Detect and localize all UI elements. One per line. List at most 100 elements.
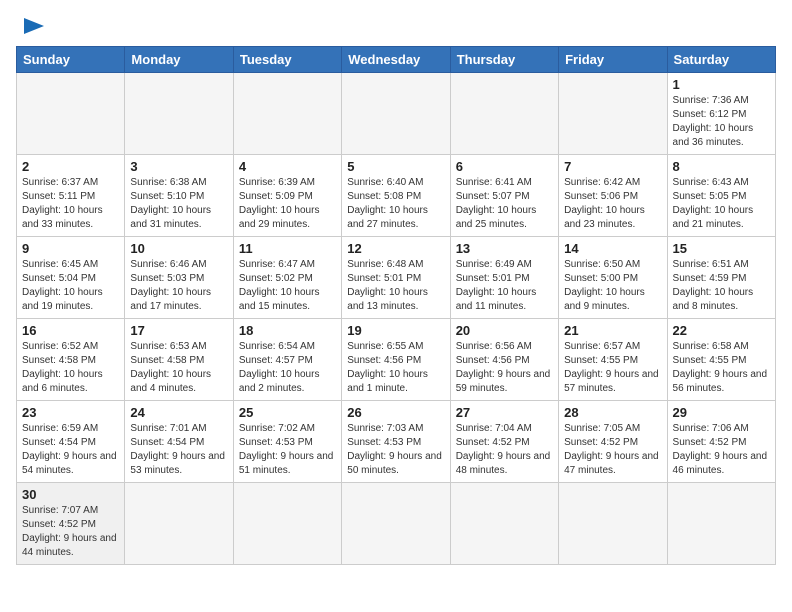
day-number: 16 [22,323,119,338]
day-info: Sunrise: 6:46 AM Sunset: 5:03 PM Dayligh… [130,258,227,314]
calendar-header-friday: Friday [559,47,667,73]
day-info: Sunrise: 6:42 AM Sunset: 5:06 PM Dayligh… [564,176,661,232]
calendar-cell: 16 Sunrise: 6:52 AM Sunset: 4:58 PM Dayli… [17,319,125,401]
calendar-cell: 21 Sunrise: 6:57 AM Sunset: 4:55 PM Dayli… [559,319,667,401]
day-number: 8 [673,159,770,174]
calendar-header-wednesday: Wednesday [342,47,450,73]
calendar-cell [667,483,775,565]
day-info: Sunrise: 7:02 AM Sunset: 4:53 PM Dayligh… [239,422,336,478]
calendar-cell: 25 Sunrise: 7:02 AM Sunset: 4:53 PM Dayli… [233,401,341,483]
day-info: Sunrise: 6:47 AM Sunset: 5:02 PM Dayligh… [239,258,336,314]
calendar-cell [125,483,233,565]
day-number: 19 [347,323,444,338]
calendar-cell: 1 Sunrise: 7:36 AM Sunset: 6:12 PM Daylig… [667,73,775,155]
day-number: 23 [22,405,119,420]
calendar-week-row: 2 Sunrise: 6:37 AM Sunset: 5:11 PM Daylig… [17,155,776,237]
calendar-cell: 4Sunrise: 6:39 AM Sunset: 5:09 PM Daylig… [233,155,341,237]
day-info: Sunrise: 6:48 AM Sunset: 5:01 PM Dayligh… [347,258,444,314]
day-number: 15 [673,241,770,256]
calendar-cell: 8 Sunrise: 6:43 AM Sunset: 5:05 PM Daylig… [667,155,775,237]
day-info: Sunrise: 6:52 AM Sunset: 4:58 PM Dayligh… [22,340,119,396]
day-number: 17 [130,323,227,338]
day-info: Sunrise: 6:41 AM Sunset: 5:07 PM Dayligh… [456,176,553,232]
day-info: Sunrise: 6:53 AM Sunset: 4:58 PM Dayligh… [130,340,227,396]
calendar-week-row: 9 Sunrise: 6:45 AM Sunset: 5:04 PM Daylig… [17,237,776,319]
logo [16,16,48,36]
page-header [16,16,776,36]
day-info: Sunrise: 7:06 AM Sunset: 4:52 PM Dayligh… [673,422,770,478]
day-number: 25 [239,405,336,420]
calendar-header-monday: Monday [125,47,233,73]
day-info: Sunrise: 6:49 AM Sunset: 5:01 PM Dayligh… [456,258,553,314]
day-info: Sunrise: 6:55 AM Sunset: 4:56 PM Dayligh… [347,340,444,396]
day-info: Sunrise: 6:58 AM Sunset: 4:55 PM Dayligh… [673,340,770,396]
day-info: Sunrise: 6:56 AM Sunset: 4:56 PM Dayligh… [456,340,553,396]
day-info: Sunrise: 6:54 AM Sunset: 4:57 PM Dayligh… [239,340,336,396]
day-number: 6 [456,159,553,174]
calendar-cell [233,483,341,565]
calendar-week-row: 23 Sunrise: 6:59 AM Sunset: 4:54 PM Dayli… [17,401,776,483]
day-info: Sunrise: 6:39 AM Sunset: 5:09 PM Dayligh… [239,176,336,232]
day-number: 1 [673,77,770,92]
calendar-cell: 10 Sunrise: 6:46 AM Sunset: 5:03 PM Dayli… [125,237,233,319]
calendar-week-row: 1 Sunrise: 7:36 AM Sunset: 6:12 PM Daylig… [17,73,776,155]
day-info: Sunrise: 6:51 AM Sunset: 4:59 PM Dayligh… [673,258,770,314]
calendar-cell: 12 Sunrise: 6:48 AM Sunset: 5:01 PM Dayli… [342,237,450,319]
day-info: Sunrise: 7:07 AM Sunset: 4:52 PM Dayligh… [22,504,119,560]
day-number: 30 [22,487,119,502]
day-info: Sunrise: 6:40 AM Sunset: 5:08 PM Dayligh… [347,176,444,232]
calendar-cell: 30 Sunrise: 7:07 AM Sunset: 4:52 PM Dayli… [17,483,125,565]
day-info: Sunrise: 6:45 AM Sunset: 5:04 PM Dayligh… [22,258,119,314]
day-number: 10 [130,241,227,256]
day-info: Sunrise: 6:37 AM Sunset: 5:11 PM Dayligh… [22,176,119,232]
day-number: 13 [456,241,553,256]
calendar-cell: 15 Sunrise: 6:51 AM Sunset: 4:59 PM Dayli… [667,237,775,319]
calendar-cell: 14Sunrise: 6:50 AM Sunset: 5:00 PM Dayli… [559,237,667,319]
day-number: 3 [130,159,227,174]
day-number: 21 [564,323,661,338]
day-info: Sunrise: 7:03 AM Sunset: 4:53 PM Dayligh… [347,422,444,478]
day-number: 11 [239,241,336,256]
calendar-cell: 5 Sunrise: 6:40 AM Sunset: 5:08 PM Daylig… [342,155,450,237]
calendar-cell [559,73,667,155]
calendar-cell: 22Sunrise: 6:58 AM Sunset: 4:55 PM Dayli… [667,319,775,401]
day-number: 12 [347,241,444,256]
calendar-cell [450,483,558,565]
calendar-cell: 11 Sunrise: 6:47 AM Sunset: 5:02 PM Dayli… [233,237,341,319]
calendar-cell [559,483,667,565]
logo-icon [20,16,48,36]
day-info: Sunrise: 7:36 AM Sunset: 6:12 PM Dayligh… [673,94,770,150]
calendar-week-row: 16 Sunrise: 6:52 AM Sunset: 4:58 PM Dayli… [17,319,776,401]
calendar-cell: 3Sunrise: 6:38 AM Sunset: 5:10 PM Daylig… [125,155,233,237]
day-number: 28 [564,405,661,420]
day-info: Sunrise: 7:05 AM Sunset: 4:52 PM Dayligh… [564,422,661,478]
day-number: 20 [456,323,553,338]
calendar-header-thursday: Thursday [450,47,558,73]
day-number: 5 [347,159,444,174]
calendar-table: SundayMondayTuesdayWednesdayThursdayFrid… [16,46,776,565]
day-info: Sunrise: 6:59 AM Sunset: 4:54 PM Dayligh… [22,422,119,478]
day-info: Sunrise: 7:01 AM Sunset: 4:54 PM Dayligh… [130,422,227,478]
day-number: 29 [673,405,770,420]
calendar-cell: 27Sunrise: 7:04 AM Sunset: 4:52 PM Dayli… [450,401,558,483]
day-number: 2 [22,159,119,174]
calendar-cell [17,73,125,155]
calendar-cell: 29 Sunrise: 7:06 AM Sunset: 4:52 PM Dayli… [667,401,775,483]
calendar-cell [450,73,558,155]
day-info: Sunrise: 6:57 AM Sunset: 4:55 PM Dayligh… [564,340,661,396]
calendar-cell: 6 Sunrise: 6:41 AM Sunset: 5:07 PM Daylig… [450,155,558,237]
calendar-header-row: SundayMondayTuesdayWednesdayThursdayFrid… [17,47,776,73]
day-number: 7 [564,159,661,174]
calendar-cell: 20 Sunrise: 6:56 AM Sunset: 4:56 PM Dayli… [450,319,558,401]
day-number: 9 [22,241,119,256]
day-number: 26 [347,405,444,420]
calendar-cell: 13 Sunrise: 6:49 AM Sunset: 5:01 PM Dayli… [450,237,558,319]
calendar-cell: 18Sunrise: 6:54 AM Sunset: 4:57 PM Dayli… [233,319,341,401]
calendar-cell [342,483,450,565]
calendar-header-sunday: Sunday [17,47,125,73]
day-info: Sunrise: 6:43 AM Sunset: 5:05 PM Dayligh… [673,176,770,232]
calendar-cell [125,73,233,155]
calendar-cell: 9 Sunrise: 6:45 AM Sunset: 5:04 PM Daylig… [17,237,125,319]
day-info: Sunrise: 7:04 AM Sunset: 4:52 PM Dayligh… [456,422,553,478]
calendar-header-tuesday: Tuesday [233,47,341,73]
